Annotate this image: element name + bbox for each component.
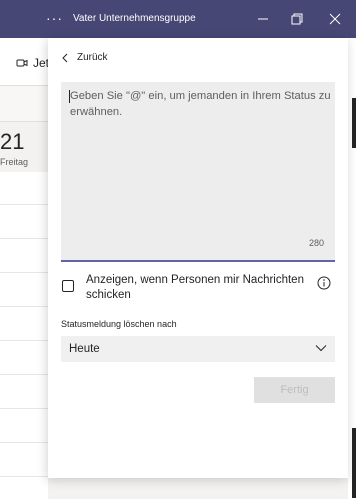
grid-line [0, 340, 48, 341]
join-button[interactable]: Jet [16, 56, 49, 70]
clear-status-after-label: Statusmeldung löschen nach [61, 319, 177, 329]
show-when-messaging-checkbox[interactable] [62, 280, 74, 292]
join-label: Jet [33, 56, 50, 70]
grid-line [0, 374, 48, 375]
status-message-panel: Zurück Geben Sie "@" ein, um jemanden in… [48, 38, 348, 478]
video-camera-icon [16, 59, 28, 67]
chevron-left-icon [62, 53, 68, 62]
minimize-icon [258, 18, 268, 20]
minimize-button[interactable] [246, 0, 280, 38]
status-message-placeholder: Geben Sie "@" ein, um jemanden in Ihrem … [70, 90, 331, 118]
scrollbar-thumb[interactable] [352, 98, 356, 148]
restore-button[interactable] [280, 0, 314, 38]
grid-line [0, 476, 48, 477]
clear-status-after-value: Heute [69, 343, 100, 355]
background-right-edge [348, 38, 356, 499]
grid-line [0, 204, 48, 205]
chevron-down-icon [315, 345, 327, 352]
grid-line [0, 442, 48, 443]
close-icon [329, 13, 341, 25]
show-when-messaging-label[interactable]: Anzeigen, wenn Personen mir Nachrichten … [86, 273, 308, 303]
more-options-button[interactable]: ··· [46, 9, 63, 27]
done-button[interactable]: Fertig [254, 377, 335, 403]
scrollbar-thumb[interactable] [352, 428, 356, 498]
calendar-grid [0, 172, 48, 499]
title-bar: ··· Vater Unternehmensgruppe [0, 0, 356, 38]
close-button[interactable] [318, 0, 352, 38]
grid-line [0, 306, 48, 307]
grid-line [0, 238, 48, 239]
calendar-day-number: 21 [0, 129, 25, 154]
grid-line [0, 408, 48, 409]
window-title: Vater Unternehmensgruppe [73, 13, 196, 24]
clear-status-after-dropdown[interactable]: Heute [61, 336, 335, 362]
info-icon[interactable] [317, 276, 331, 290]
restore-icon [291, 13, 303, 25]
character-counter: 280 [308, 238, 324, 248]
grid-line [0, 272, 48, 273]
back-button[interactable]: Zurück [61, 52, 108, 63]
status-message-input[interactable]: Geben Sie "@" ein, um jemanden in Ihrem … [61, 82, 335, 262]
back-label: Zurück [77, 52, 108, 63]
calendar-day-name: Freitag [0, 157, 29, 167]
